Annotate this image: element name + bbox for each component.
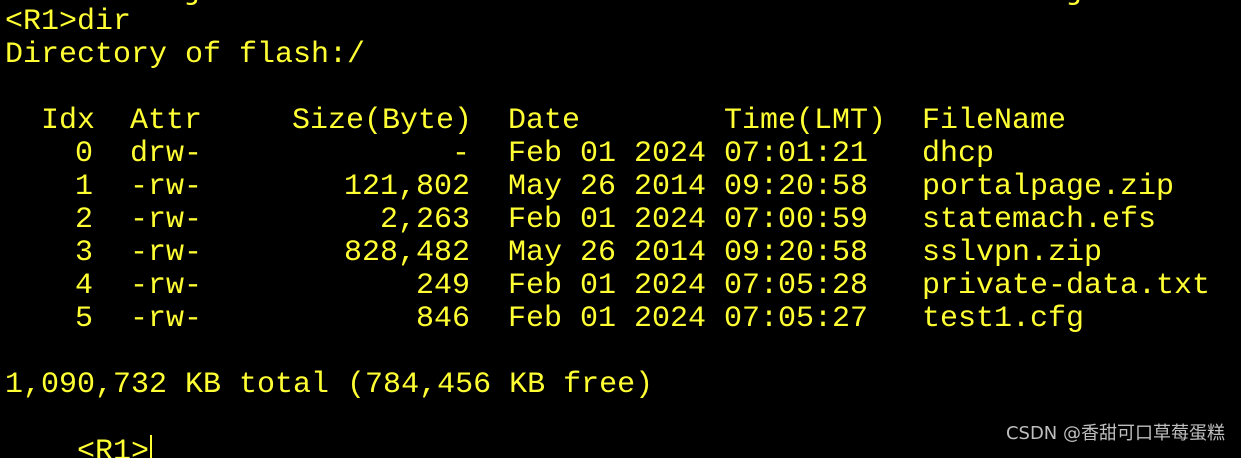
column-header-time: Time(LMT) xyxy=(724,104,887,138)
table-row: 0 drw- - Feb 01 2024 07:01:21 dhcp xyxy=(5,138,1225,171)
cell-time: 07:00:59 xyxy=(724,203,869,237)
cell-filename: private-data.txt xyxy=(922,269,1211,303)
table-row: 2 -rw- 2,263 Feb 01 2024 07:00:59 statemach.e… xyxy=(5,204,1225,237)
cell-time: 07:01:21 xyxy=(724,137,869,171)
cell-size: 2,263 xyxy=(379,203,470,237)
cell-filename: sslvpn.zip xyxy=(922,236,1103,270)
cell-date: May 26 2014 xyxy=(508,170,707,204)
summary-line: 1,090,732 KB total (784,456 KB free) xyxy=(5,368,654,402)
cell-date: May 26 2014 xyxy=(508,236,707,270)
prompt-text: <R1> xyxy=(77,435,150,458)
column-header-size: Size(Byte) xyxy=(292,104,473,138)
cell-date: Feb 01 2024 xyxy=(508,203,707,237)
command-line: <R1>dir xyxy=(5,5,132,39)
cell-filename: statemach.efs xyxy=(922,203,1157,237)
cell-idx: 2 xyxy=(74,203,93,237)
text-cursor xyxy=(150,435,153,458)
cell-time: 09:20:58 xyxy=(724,236,869,270)
table-row: 5 -rw- 846 Feb 01 2024 07:05:27 test1.cfg xyxy=(5,303,1225,336)
column-header-date: Date xyxy=(508,104,581,138)
cell-size: 828,482 xyxy=(343,236,470,270)
cell-size: 121,802 xyxy=(343,170,470,204)
cell-date: Feb 01 2024 xyxy=(508,269,707,303)
cell-filename: test1.cfg xyxy=(922,302,1085,336)
column-header-idx: Idx xyxy=(41,104,96,138)
table-row: 3 -rw- 828,482 May 26 2014 09:20:58 sslvpn.zi… xyxy=(5,237,1225,270)
cell-date: Feb 01 2024 xyxy=(508,137,707,171)
cell-idx: 3 xyxy=(74,236,93,270)
table-row: 4 -rw- 249 Feb 01 2024 07:05:28 private-data.… xyxy=(5,270,1225,303)
cell-time: 09:20:58 xyxy=(724,170,869,204)
cell-time: 07:05:28 xyxy=(724,269,869,303)
watermark: CSDN @香甜可口草莓蛋糕 xyxy=(1005,423,1225,444)
cell-time: 07:05:27 xyxy=(724,302,869,336)
cell-date: Feb 01 2024 xyxy=(508,302,707,336)
cell-idx: 1 xyxy=(74,170,93,204)
cell-idx: 4 xyxy=(74,269,93,303)
column-header-filename: FileName xyxy=(922,104,1067,138)
cell-filename: portalpage.zip xyxy=(922,170,1175,204)
terminal-window[interactable]: j j <R1>dir Directory of flash:/ Idx Att… xyxy=(0,0,1241,458)
directory-heading: Directory of flash:/ xyxy=(5,38,366,72)
cell-size: - xyxy=(451,137,470,171)
cell-size: 846 xyxy=(415,302,470,336)
prompt-line[interactable]: <R1> xyxy=(5,402,153,458)
scrolled-off-text: j j xyxy=(5,0,1085,9)
column-header-attr: Attr xyxy=(130,104,203,138)
table-header: Idx Attr Size(Byte) Date Time(LMT) FileN… xyxy=(5,105,1225,138)
cell-size: 249 xyxy=(415,269,470,303)
cell-idx: 0 xyxy=(74,137,93,171)
cell-idx: 5 xyxy=(74,302,93,336)
table-row: 1 -rw- 121,802 May 26 2014 09:20:58 portalpag… xyxy=(5,171,1225,204)
cell-filename: dhcp xyxy=(922,137,995,171)
